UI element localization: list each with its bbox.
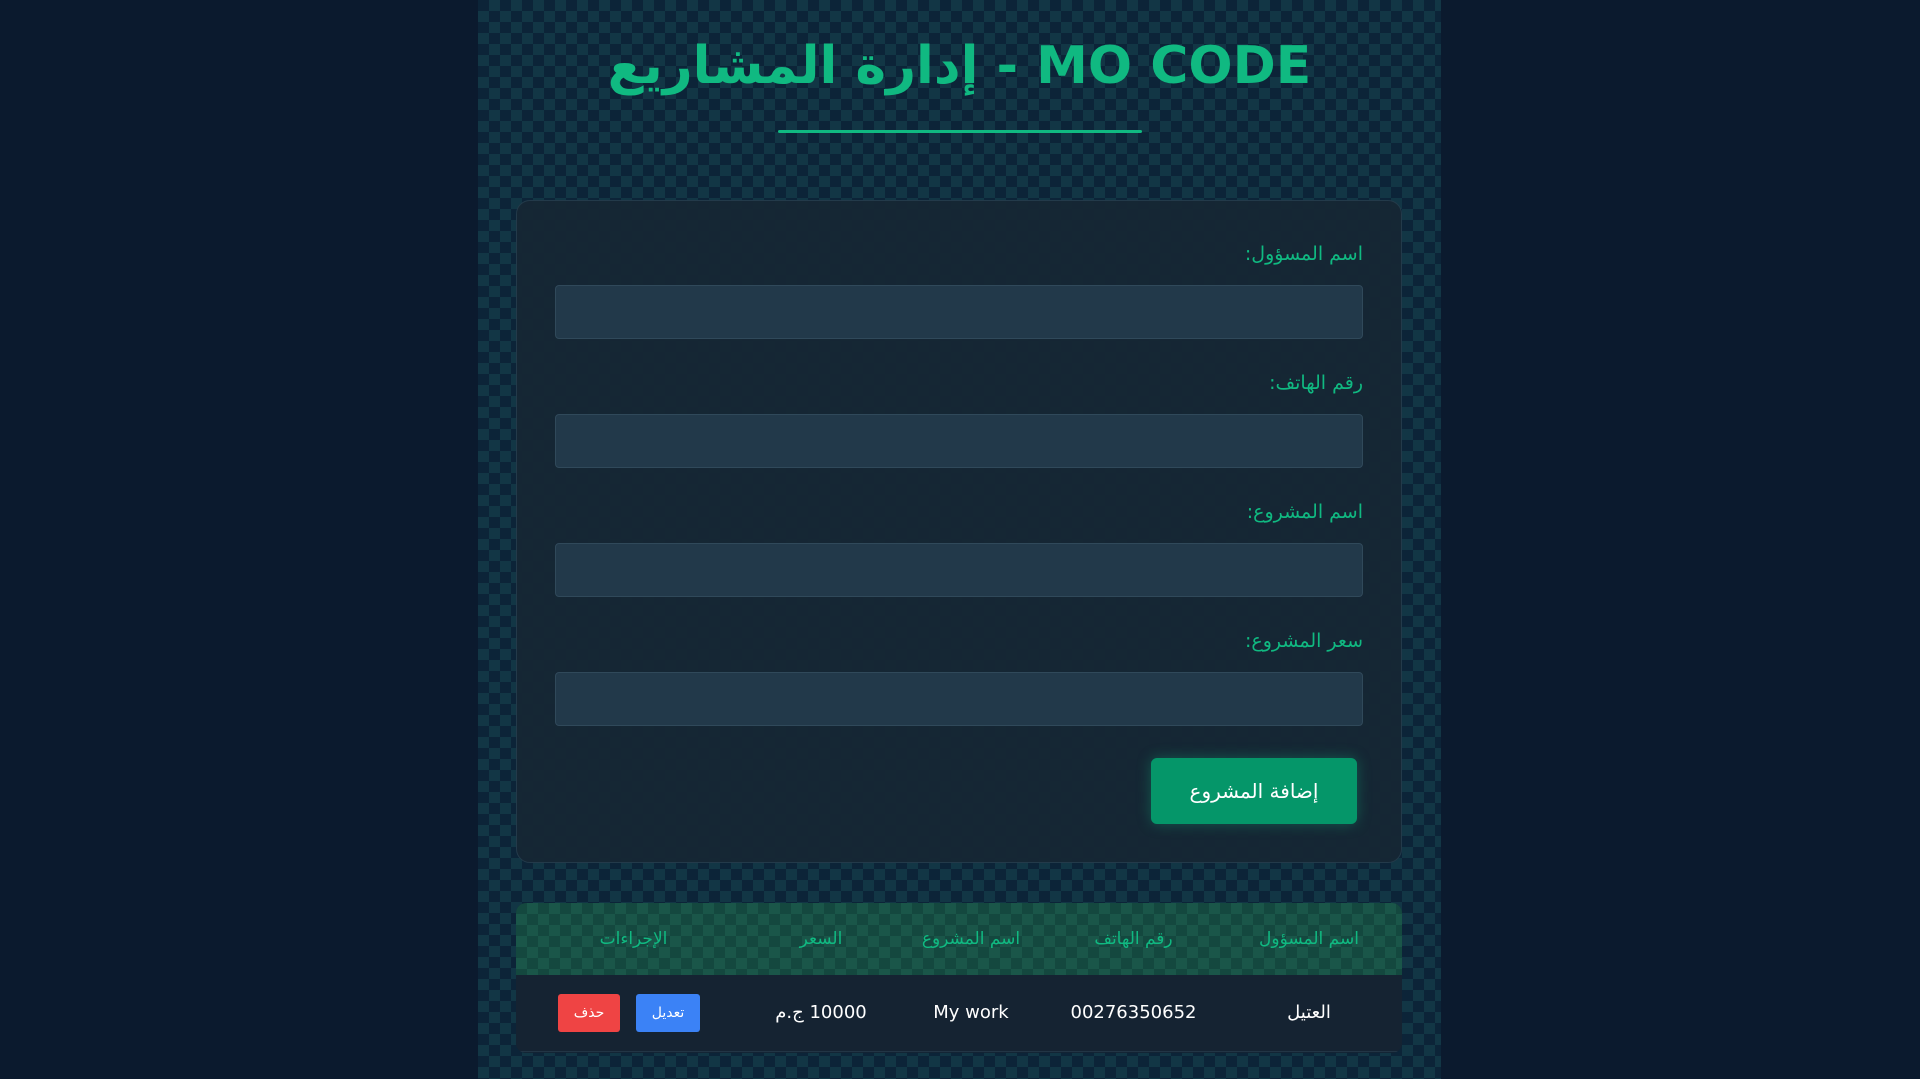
page: إدارة المشاريع - MO CODE اسم المسؤول: رق… bbox=[0, 0, 1920, 1079]
header-manager: اسم المسؤول bbox=[1259, 929, 1359, 949]
page-title: إدارة المشاريع - MO CODE bbox=[607, 36, 1312, 96]
add-project-button[interactable]: إضافة المشروع bbox=[1151, 758, 1357, 824]
project-form: اسم المسؤول: رقم الهاتف: اسم المشروع: سع… bbox=[516, 200, 1402, 863]
title-underline bbox=[778, 130, 1142, 133]
project-name-label: اسم المشروع: bbox=[1246, 501, 1363, 523]
cell-phone: 00276350652 bbox=[1070, 1002, 1197, 1023]
manager-input[interactable] bbox=[555, 285, 1363, 339]
projects-table: اسم المسؤول رقم الهاتف اسم المشروع السعر… bbox=[516, 903, 1402, 1053]
phone-label: رقم الهاتف: bbox=[1269, 372, 1363, 394]
project-price-label: سعر المشروع: bbox=[1244, 630, 1363, 652]
cell-price: 10000 ج.م bbox=[775, 1002, 867, 1023]
project-name-input[interactable] bbox=[555, 543, 1363, 597]
header-phone: رقم الهاتف bbox=[1094, 929, 1173, 949]
header-price: السعر bbox=[799, 929, 843, 949]
project-price-input[interactable] bbox=[555, 672, 1363, 726]
table-header: اسم المسؤول رقم الهاتف اسم المشروع السعر… bbox=[516, 903, 1402, 975]
table-row: العتيل 00276350652 My work 10000 ج.م تعد… bbox=[516, 975, 1402, 1052]
edit-button[interactable]: تعديل bbox=[636, 994, 700, 1032]
delete-button[interactable]: حذف bbox=[558, 994, 620, 1032]
cell-manager: العتيل bbox=[1287, 1002, 1331, 1023]
manager-label: اسم المسؤول: bbox=[1244, 243, 1363, 265]
cell-project: My work bbox=[933, 1002, 1009, 1023]
phone-input[interactable] bbox=[555, 414, 1363, 468]
main-container: إدارة المشاريع - MO CODE اسم المسؤول: رق… bbox=[478, 0, 1441, 1079]
header-project: اسم المشروع bbox=[921, 929, 1021, 949]
header-actions: الإجراءات bbox=[599, 929, 668, 949]
